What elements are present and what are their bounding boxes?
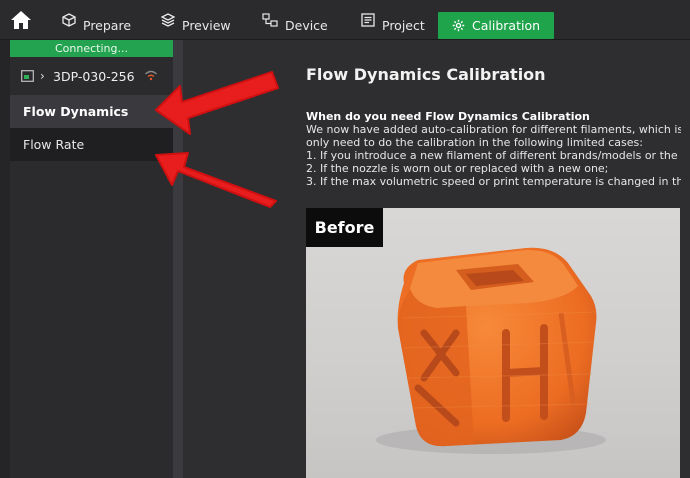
description-line: We now have added auto-calibration for d… — [306, 123, 690, 136]
tab-label: Preview — [182, 18, 231, 33]
sidebar: Connecting... › 3DP-030-256 Flow Dynamic… — [10, 40, 173, 478]
sidebar-item-flow-rate[interactable]: Flow Rate — [10, 128, 173, 161]
device-icon — [262, 13, 278, 27]
layers-icon — [161, 13, 175, 27]
printer-selector[interactable]: › 3DP-030-256 — [10, 57, 173, 97]
annotation-arrow-upper — [155, 71, 279, 135]
tab-label: Device — [285, 18, 328, 33]
tab-device[interactable]: Device — [262, 12, 328, 39]
top-navigation-bar: Prepare Preview Device Project Calibrati… — [0, 0, 690, 40]
home-icon[interactable] — [10, 10, 32, 30]
tab-project[interactable]: Project — [361, 12, 425, 39]
tab-preview[interactable]: Preview — [161, 12, 231, 39]
printer-icon — [21, 70, 34, 82]
cube-icon — [62, 13, 76, 27]
annotation-arrow-lower — [155, 152, 277, 208]
project-icon — [361, 13, 375, 27]
description-line: 3. If the max volumetric speed or print … — [306, 175, 690, 188]
connection-status: Connecting... — [10, 40, 173, 57]
description: When do you need Flow Dynamics Calibrati… — [306, 110, 690, 188]
before-label: Before — [306, 208, 383, 247]
description-line: 2. If the nozzle is worn out or replaced… — [306, 162, 609, 175]
tab-label: Project — [382, 18, 425, 33]
tab-prepare[interactable]: Prepare — [62, 12, 131, 39]
tab-label: Prepare — [83, 18, 132, 33]
tab-label: Calibration — [472, 18, 541, 33]
scrollbar[interactable] — [681, 48, 690, 478]
page-title: Flow Dynamics Calibration — [306, 65, 546, 84]
description-heading: When do you need Flow Dynamics Calibrati… — [306, 110, 590, 123]
printed-cube-image — [376, 247, 606, 454]
description-line: only need to do the calibration in the f… — [306, 136, 643, 149]
chevron-right-icon: › — [40, 69, 45, 83]
tab-calibration[interactable]: Calibration — [438, 12, 555, 39]
sidebar-item-flow-dynamics[interactable]: Flow Dynamics — [10, 95, 173, 128]
printer-name: 3DP-030-256 — [53, 69, 135, 84]
before-photo: Before — [306, 208, 680, 478]
description-line: 1. If you introduce a new filament of di… — [306, 149, 690, 162]
gear-icon — [452, 19, 465, 32]
